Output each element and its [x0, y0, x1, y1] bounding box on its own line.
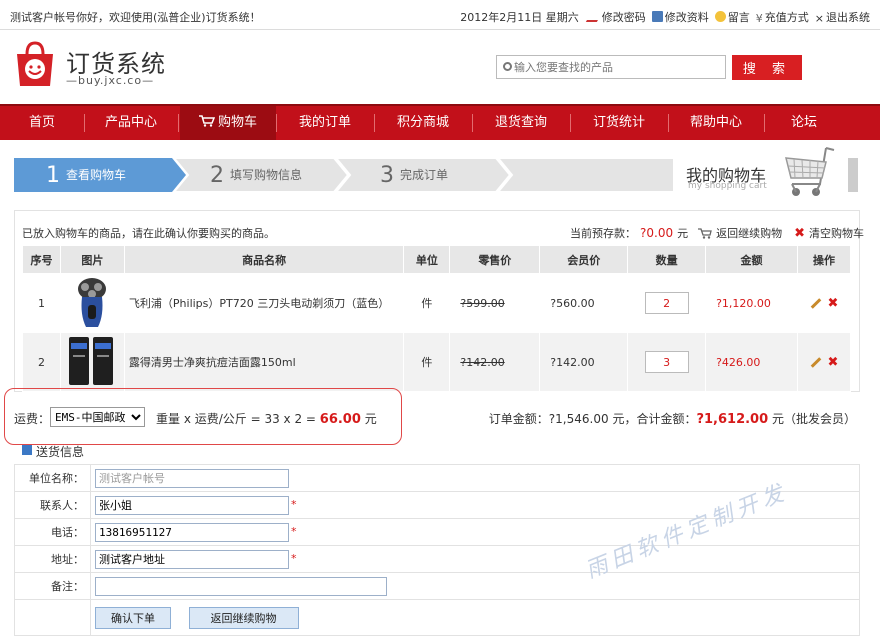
card-icon [651, 11, 663, 22]
member-price: ?560.00 [539, 273, 629, 333]
company-field[interactable] [95, 468, 289, 488]
cart-small-icon [698, 227, 712, 239]
delete-icon[interactable]: ✖ [828, 296, 839, 311]
step-1: 1 查看购物车 [46, 163, 127, 188]
cart-note: 已放入购物车的商品，请在此确认你要购买的商品。 [22, 227, 275, 240]
nav-forum[interactable]: 论坛 [764, 106, 844, 140]
cart-table: 序号 图片 商品名称 单位 零售价 会员价 数量 金额 操作 1 飞利浦（Phi… [22, 245, 851, 392]
table-row: 2 露得清男士净爽抗痘洁面露150ml 件 ?142.00 ?142.00 ?4… [22, 332, 851, 392]
nav-cart[interactable]: 购物车 [180, 106, 276, 140]
main-nav: 首页 产品中心 购物车 我的订单 积分商城 退货查询 订货统计 帮助中心 论坛 [0, 104, 880, 140]
row-amount: ?426.00 [705, 332, 799, 392]
deposit-bar: 当前预存款： ?0.00 元 返回继续购物 ✖ 清空购物车 [570, 225, 864, 241]
delivery-header: 送货信息 [14, 441, 860, 461]
cleanser-product-image[interactable] [67, 335, 117, 387]
logout-link[interactable]: × 退出系统 [815, 9, 870, 25]
form-row-actions: 确认下单 返回继续购物 [14, 599, 860, 636]
contact-field[interactable] [95, 495, 289, 515]
pencil-icon [585, 11, 603, 22]
search-box[interactable] [496, 55, 726, 79]
nav-home[interactable]: 首页 [0, 106, 84, 140]
message-icon [714, 11, 726, 22]
member-price: ?142.00 [539, 332, 629, 392]
edit-icon[interactable] [810, 357, 821, 368]
nav-help[interactable]: 帮助中心 [668, 106, 764, 140]
shipping-formula: 重量 x 运费/公斤 = 33 x 2 = 66.00 元 [156, 412, 377, 427]
confirm-order-button[interactable]: 确认下单 [95, 606, 171, 629]
order-amount: ?1,546.00 [548, 412, 609, 426]
remark-field[interactable] [95, 576, 387, 596]
logo-domain: —buy.jxc.co— [66, 74, 155, 87]
nav-orders[interactable]: 我的订单 [276, 106, 374, 140]
close-icon: × [814, 12, 824, 25]
nav-products[interactable]: 产品中心 [84, 106, 178, 140]
step-2: 2 填写购物信息 [210, 163, 303, 188]
message-link[interactable]: 留言 [714, 9, 750, 25]
clear-cart-link[interactable]: 清空购物车 [809, 225, 864, 241]
row-amount: ?1,120.00 [705, 273, 799, 333]
shipping-cost: 66.00 [319, 412, 361, 427]
form-row-address: 地址： * [14, 545, 860, 573]
form-row-remark: 备注： [14, 572, 860, 600]
search-icon [503, 62, 512, 71]
recharge-link[interactable]: ¥ 充值方式 [756, 9, 809, 25]
step-3: 3 完成订单 [380, 163, 449, 188]
deposit-amount: ?0.00 [640, 226, 674, 240]
quantity-input[interactable] [644, 292, 689, 314]
nav-returns[interactable]: 退货查询 [472, 106, 570, 140]
required-mark: * [291, 552, 297, 565]
order-summary: 订单金额：?1,546.00 元，合计金额：?1,612.00 元（批发会员） [488, 412, 856, 427]
shipping-label: 运费： [14, 412, 51, 426]
shipping-method-select[interactable]: EMS-中国邮政 [50, 407, 145, 427]
address-field[interactable] [95, 549, 289, 569]
change-password-link[interactable]: 修改密码 [585, 9, 646, 25]
top-bar: 测试客户帐号你好，欢迎使用(泓普企业)订货系统！ 2012年2月11日 星期六 … [0, 0, 880, 30]
header-edge [848, 158, 858, 192]
yen-icon: ¥ [755, 12, 763, 25]
product-name[interactable]: 露得清男士净爽抗痘洁面露150ml [123, 332, 405, 392]
form-row-company: 单位名称： [14, 464, 860, 492]
cart-subtitle: my shopping cart [688, 181, 767, 191]
checkout-steps: 1 查看购物车 2 填写购物信息 3 完成订单 [14, 158, 674, 192]
edit-icon[interactable] [810, 298, 821, 309]
total-amount: ?1,612.00 [696, 412, 769, 427]
edit-profile-link[interactable]: 修改资料 [651, 9, 709, 25]
required-mark: * [291, 525, 297, 538]
product-name[interactable]: 飞利浦（Philips）PT720 三刀头电动剃须刀（蓝色） [123, 273, 405, 333]
table-row: 1 飞利浦（Philips）PT720 三刀头电动剃须刀（蓝色） 件 ?599.… [22, 273, 851, 333]
retail-price: ?142.00 [449, 332, 541, 392]
quantity-input[interactable] [644, 351, 689, 373]
nav-statistics[interactable]: 订货统计 [570, 106, 668, 140]
back-to-shopping-button[interactable]: 返回继续购物 [188, 606, 299, 629]
shopping-bag-logo-icon [17, 41, 53, 86]
shaver-product-image[interactable] [72, 275, 112, 329]
nav-points-mall[interactable]: 积分商城 [374, 106, 472, 140]
current-date: 2012年2月11日 星期六 [460, 11, 579, 24]
delete-icon[interactable]: ✖ [828, 355, 839, 370]
shopping-cart-icon [785, 147, 835, 196]
retail-price: ?599.00 [449, 273, 541, 333]
search-button[interactable]: 搜 索 [732, 55, 802, 80]
continue-shopping-link[interactable]: 返回继续购物 [716, 225, 782, 241]
phone-field[interactable] [95, 522, 289, 542]
delivery-form: 单位名称： 联系人： * 电话： * 地址： * 备注： 确认下单 返回继续购物 [14, 464, 860, 636]
arrow-icon [22, 445, 32, 455]
required-mark: * [291, 498, 297, 511]
top-links: 2012年2月11日 星期六 修改密码 修改资料 留言 ¥ 充值方式 × 退出系统 [460, 9, 870, 25]
cart-icon [198, 115, 216, 127]
clear-icon: ✖ [794, 225, 805, 241]
table-header: 序号 图片 商品名称 单位 零售价 会员价 数量 金额 操作 [22, 245, 851, 274]
search-input[interactable] [514, 59, 720, 75]
welcome-text: 测试客户帐号你好，欢迎使用(泓普企业)订货系统！ [10, 11, 261, 24]
